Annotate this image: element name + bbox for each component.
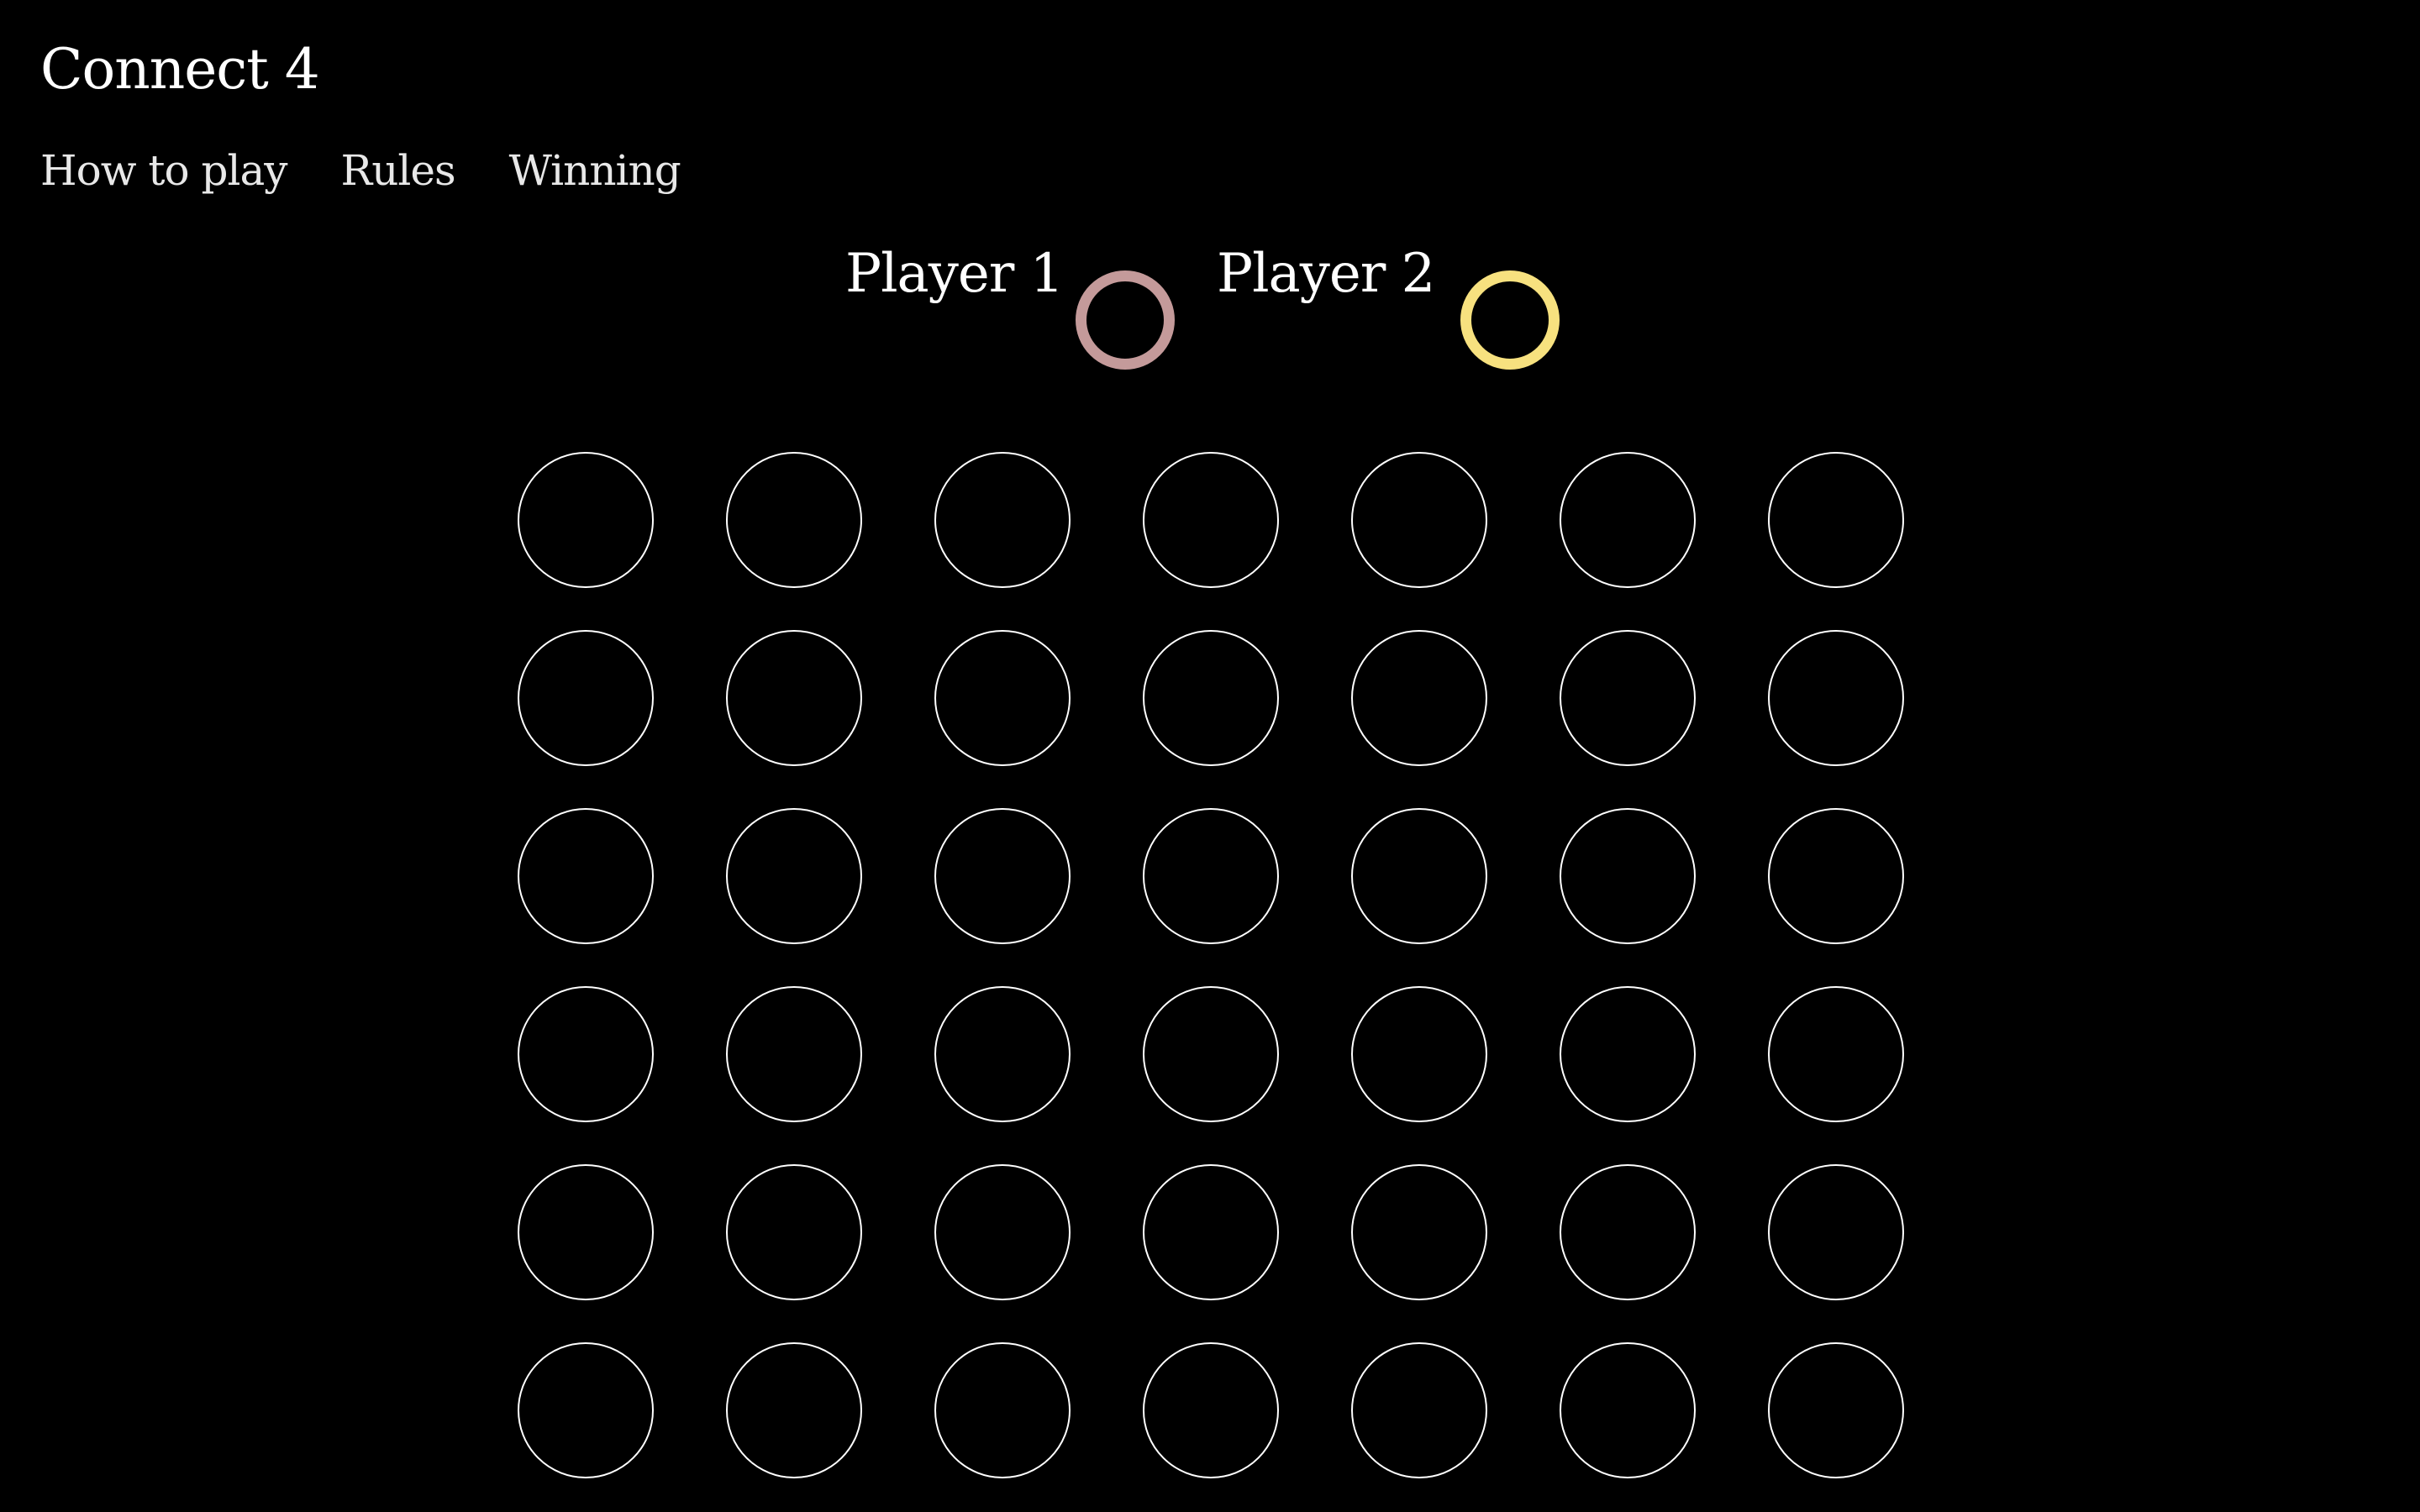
board-slot[interactable] xyxy=(1768,808,1904,944)
board-slot[interactable] xyxy=(1351,1342,1487,1478)
board-slot[interactable] xyxy=(1143,452,1279,588)
game-board xyxy=(518,452,1904,1480)
board-slot[interactable] xyxy=(934,986,1071,1122)
board-slot[interactable] xyxy=(1351,452,1487,588)
board-slot[interactable] xyxy=(726,808,862,944)
board-slot[interactable] xyxy=(1768,1164,1904,1300)
board-slot[interactable] xyxy=(934,452,1071,588)
board-slot[interactable] xyxy=(726,630,862,766)
board-slot[interactable] xyxy=(1351,808,1487,944)
board-slot[interactable] xyxy=(934,808,1071,944)
board-slot[interactable] xyxy=(1351,630,1487,766)
board-slot[interactable] xyxy=(1560,808,1696,944)
nav-link-winning[interactable]: Winning xyxy=(509,141,681,200)
app-title: Connect 4 xyxy=(40,37,320,102)
player-1-label: Player 1 xyxy=(845,243,1064,305)
board-slot[interactable] xyxy=(1143,1342,1279,1478)
board-slot[interactable] xyxy=(1560,1342,1696,1478)
board-slot[interactable] xyxy=(1768,630,1904,766)
board-slot[interactable] xyxy=(934,1342,1071,1478)
board-slot[interactable] xyxy=(1143,808,1279,944)
board-slot[interactable] xyxy=(934,1164,1071,1300)
board-slot[interactable] xyxy=(1351,1164,1487,1300)
nav-link-how-to-play[interactable]: How to play xyxy=(40,141,288,200)
board-slot[interactable] xyxy=(1768,452,1904,588)
board-slot[interactable] xyxy=(518,1164,654,1300)
nav-menu: How to play Rules Winning xyxy=(40,141,681,200)
board-slot[interactable] xyxy=(1143,1164,1279,1300)
board-slot[interactable] xyxy=(1143,986,1279,1122)
board-slot[interactable] xyxy=(518,630,654,766)
board-slot[interactable] xyxy=(726,452,862,588)
board-slot[interactable] xyxy=(1768,1342,1904,1478)
player-2-label: Player 2 xyxy=(1217,243,1435,305)
board-slot[interactable] xyxy=(726,986,862,1122)
board-slot[interactable] xyxy=(518,986,654,1122)
board-slot[interactable] xyxy=(518,1342,654,1478)
nav-link-rules[interactable]: Rules xyxy=(341,141,456,200)
board-slot[interactable] xyxy=(1560,452,1696,588)
board-slot[interactable] xyxy=(1560,630,1696,766)
board-slot[interactable] xyxy=(1560,1164,1696,1300)
board-slot[interactable] xyxy=(518,808,654,944)
player-1-token-icon xyxy=(1076,270,1175,370)
board-slot[interactable] xyxy=(1143,630,1279,766)
board-slot[interactable] xyxy=(726,1342,862,1478)
board-slot[interactable] xyxy=(518,452,654,588)
board-slot[interactable] xyxy=(1560,986,1696,1122)
board-slot[interactable] xyxy=(726,1164,862,1300)
board-slot[interactable] xyxy=(1351,986,1487,1122)
board-slot[interactable] xyxy=(934,630,1071,766)
board-slot[interactable] xyxy=(1768,986,1904,1122)
player-2-token-icon xyxy=(1460,270,1560,370)
